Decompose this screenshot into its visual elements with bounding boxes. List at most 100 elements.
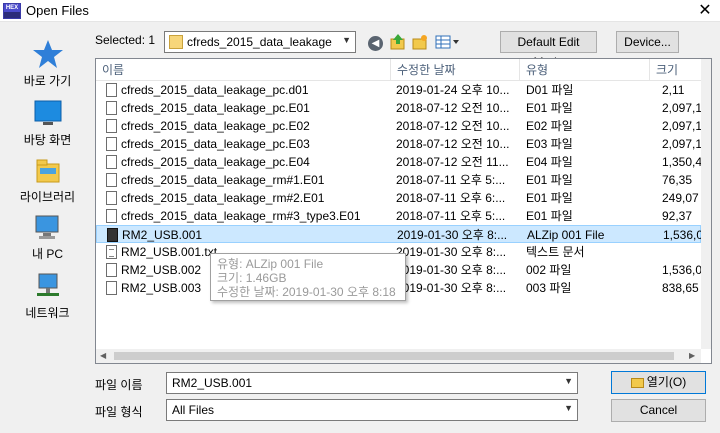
file-type: 텍스트 문서 bbox=[526, 245, 585, 259]
filetype-value: All Files bbox=[172, 403, 215, 417]
place-network[interactable]: 네트워크 bbox=[0, 270, 95, 321]
open-folder-icon bbox=[630, 377, 644, 388]
scroll-left-icon[interactable]: ◀ bbox=[100, 351, 106, 360]
horizontal-scrollbar[interactable]: ◀ ▶ bbox=[96, 349, 701, 363]
filetype-label: 파일 형식 bbox=[95, 405, 143, 419]
file-type: 003 파일 bbox=[526, 281, 572, 295]
tooltip-type: 유형: ALZip 001 File bbox=[217, 257, 324, 271]
file-date: 2018-07-12 오전 10... bbox=[396, 101, 510, 115]
file-row[interactable]: cfreds_2015_data_leakage_rm#1.E01 2018-07… bbox=[96, 171, 701, 189]
cancel-button[interactable]: Cancel bbox=[611, 399, 706, 422]
view-menu-icon[interactable] bbox=[435, 35, 460, 50]
file-icon bbox=[106, 101, 117, 115]
file-date: 2019-01-30 오후 8:... bbox=[396, 263, 507, 277]
file-size: 249,07 bbox=[662, 191, 699, 205]
place-quick-access[interactable]: 바로 가기 bbox=[0, 38, 95, 89]
file-name: cfreds_2015_data_leakage_rm#3_type3.E01 bbox=[121, 209, 361, 223]
file-type: E01 파일 bbox=[526, 191, 573, 205]
title-bar: HEX Open Files ✕ bbox=[0, 0, 720, 22]
place-this-pc[interactable]: 내 PC bbox=[0, 211, 95, 262]
filename-input[interactable]: RM2_USB.001 ▼ bbox=[166, 372, 578, 394]
places-bar: 바로 가기 바탕 화면 라이브러리 내 PC 네트워크 bbox=[0, 30, 95, 360]
app-icon: HEX bbox=[3, 3, 21, 19]
default-edit-mode-button[interactable]: Default Edit Mode bbox=[500, 31, 597, 69]
up-folder-icon[interactable] bbox=[390, 34, 406, 50]
file-type: 002 파일 bbox=[526, 263, 572, 277]
selected-count-label: Selected: 1 bbox=[95, 33, 156, 47]
file-name: RM2_USB.001 bbox=[122, 228, 203, 242]
column-header-name[interactable]: 이름 bbox=[96, 59, 391, 81]
file-date: 2018-07-11 오후 6:... bbox=[396, 191, 506, 205]
chevron-down-icon: ▼ bbox=[564, 376, 573, 386]
vertical-scrollbar[interactable] bbox=[701, 59, 711, 349]
horizontal-scroll-thumb[interactable] bbox=[114, 352, 674, 360]
chevron-down-icon: ▼ bbox=[564, 403, 573, 413]
device-button[interactable]: Device... bbox=[616, 31, 679, 53]
file-icon bbox=[106, 83, 117, 97]
computer-icon bbox=[31, 211, 65, 243]
file-name: cfreds_2015_data_leakage_rm#2.E01 bbox=[121, 191, 325, 205]
file-name: cfreds_2015_data_leakage_rm#1.E01 bbox=[121, 173, 325, 187]
tooltip-date: 수정한 날짜: 2019-01-30 오후 8:18 bbox=[217, 285, 396, 299]
open-button[interactable]: 열기(O) bbox=[611, 371, 706, 394]
file-name: cfreds_2015_data_leakage_pc.E02 bbox=[121, 119, 310, 133]
file-name: cfreds_2015_data_leakage_pc.E01 bbox=[121, 101, 310, 115]
file-type: E01 파일 bbox=[526, 173, 573, 187]
file-info-tooltip: 유형: ALZip 001 File 크기: 1.46GB 수정한 날짜: 20… bbox=[210, 253, 406, 301]
file-icon bbox=[106, 191, 117, 205]
text-file-icon bbox=[106, 245, 117, 259]
file-row[interactable]: cfreds_2015_data_leakage_rm#3_type3.E01 2… bbox=[96, 207, 701, 225]
column-header-row: 이름 수정한 날짜 유형 크기 bbox=[96, 59, 711, 81]
file-icon bbox=[106, 119, 117, 133]
file-row[interactable]: cfreds_2015_data_leakage_pc.E01 2018-07-1… bbox=[96, 99, 701, 117]
file-type: E02 파일 bbox=[526, 119, 573, 133]
file-name: cfreds_2015_data_leakage_pc.E03 bbox=[121, 137, 310, 151]
library-icon bbox=[31, 154, 65, 186]
filetype-select[interactable]: All Files ▼ bbox=[166, 399, 578, 421]
file-date: 2019-01-24 오후 10... bbox=[396, 83, 510, 97]
file-type: D01 파일 bbox=[526, 83, 574, 97]
file-size: 2,097,13 bbox=[662, 137, 701, 151]
new-folder-icon[interactable] bbox=[412, 34, 428, 50]
file-row[interactable]: RM2_USB.001 2019-01-30 오후 8:... ALZip 001 … bbox=[96, 225, 702, 243]
place-label: 내 PC bbox=[31, 247, 64, 261]
file-size: 1,536,00 bbox=[663, 228, 702, 242]
file-date: 2019-01-30 오후 8:... bbox=[396, 245, 507, 259]
open-button-label: 열기(O) bbox=[646, 375, 687, 389]
column-header-type[interactable]: 유형 bbox=[520, 59, 650, 81]
file-type: E04 파일 bbox=[526, 155, 573, 169]
column-header-date[interactable]: 수정한 날짜 bbox=[391, 59, 520, 81]
file-date: 2018-07-12 오전 10... bbox=[396, 137, 510, 151]
file-row[interactable]: cfreds_2015_data_leakage_pc.E04 2018-07-1… bbox=[96, 153, 701, 171]
file-date: 2018-07-11 오후 5:... bbox=[396, 173, 506, 187]
folder-combo[interactable]: cfreds_2015_data_leakage ▼ bbox=[164, 31, 356, 53]
column-header-size[interactable]: 크기 bbox=[650, 59, 701, 81]
scroll-right-icon[interactable]: ▶ bbox=[689, 351, 695, 360]
window-title: Open Files bbox=[26, 3, 89, 18]
file-icon bbox=[106, 155, 117, 169]
app-icon-text: HEX bbox=[4, 4, 20, 12]
folder-icon bbox=[169, 35, 183, 49]
file-type: E01 파일 bbox=[526, 101, 573, 115]
file-list[interactable]: 이름 수정한 날짜 유형 크기 cfreds_2015_data_leakage… bbox=[95, 58, 712, 364]
file-row[interactable]: cfreds_2015_data_leakage_rm#2.E01 2018-07… bbox=[96, 189, 701, 207]
file-size: 2,097,13 bbox=[662, 101, 701, 115]
filename-label: 파일 이름 bbox=[95, 378, 143, 392]
place-label: 네트워크 bbox=[25, 306, 70, 320]
place-label: 바로 가기 bbox=[23, 74, 72, 88]
file-row[interactable]: cfreds_2015_data_leakage_pc.d01 2019-01-2… bbox=[96, 81, 701, 99]
file-date: 2018-07-12 오전 11... bbox=[396, 155, 509, 169]
star-icon bbox=[31, 38, 65, 70]
file-row[interactable]: cfreds_2015_data_leakage_pc.E03 2018-07-1… bbox=[96, 135, 701, 153]
file-icon bbox=[106, 137, 117, 151]
filename-value: RM2_USB.001 bbox=[172, 376, 253, 390]
file-size: 1,536,00 bbox=[662, 263, 701, 277]
place-library[interactable]: 라이브러리 bbox=[0, 154, 95, 205]
file-icon bbox=[106, 263, 117, 277]
file-size: 92,37 bbox=[662, 209, 693, 223]
place-desktop[interactable]: 바탕 화면 bbox=[0, 97, 95, 148]
file-row[interactable]: cfreds_2015_data_leakage_pc.E02 2018-07-1… bbox=[96, 117, 701, 135]
file-name: cfreds_2015_data_leakage_pc.d01 bbox=[121, 83, 309, 97]
back-icon[interactable]: ◀ bbox=[368, 36, 383, 51]
close-icon[interactable]: ✕ bbox=[690, 0, 720, 22]
